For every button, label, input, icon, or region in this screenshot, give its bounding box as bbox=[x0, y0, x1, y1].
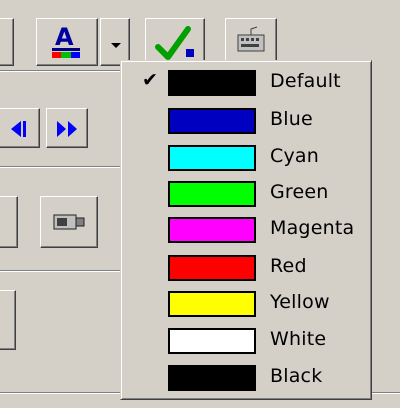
font-color-letter: A bbox=[55, 23, 74, 51]
left-edge-button[interactable] bbox=[0, 196, 18, 248]
double-arrow-right-icon bbox=[57, 121, 77, 137]
color-label: White bbox=[270, 328, 327, 350]
color-swatch bbox=[168, 291, 256, 317]
color-label: Magenta bbox=[270, 217, 355, 239]
apply-check-button[interactable] bbox=[145, 18, 205, 66]
color-menu-item-green[interactable]: Green bbox=[124, 176, 368, 212]
font-color-icon: A bbox=[52, 23, 80, 58]
color-label: Black bbox=[270, 365, 323, 387]
next-button[interactable] bbox=[46, 108, 88, 148]
color-swatch bbox=[168, 255, 256, 281]
color-menu-item-default[interactable]: ✔ Default bbox=[124, 65, 368, 101]
font-color-button[interactable]: A bbox=[36, 18, 98, 66]
green-check-icon bbox=[155, 26, 194, 60]
color-label: Default bbox=[270, 70, 341, 92]
left-edge-button[interactable] bbox=[0, 18, 14, 66]
color-dropdown-menu: ✔ Default Blue Cyan Green Magenta Red Yellow Whi… bbox=[120, 60, 372, 400]
toolbar-divider-highlight bbox=[0, 271, 120, 272]
color-label: Yellow bbox=[270, 291, 330, 313]
camera-icon bbox=[53, 214, 85, 230]
color-swatch bbox=[168, 365, 256, 391]
color-swatch bbox=[168, 181, 256, 207]
prev-button[interactable] bbox=[0, 108, 40, 148]
color-swatch bbox=[168, 217, 256, 243]
color-menu-item-white[interactable]: White bbox=[124, 323, 368, 359]
color-label: Red bbox=[270, 255, 307, 277]
keyboard-icon bbox=[237, 26, 265, 52]
chevron-down-icon bbox=[111, 43, 121, 48]
font-color-dropdown-button[interactable] bbox=[100, 18, 130, 66]
color-menu-item-black[interactable]: Black bbox=[124, 360, 368, 396]
keyboard-button[interactable] bbox=[225, 18, 277, 66]
color-label: Blue bbox=[270, 108, 313, 130]
toolbar-divider-highlight bbox=[0, 167, 120, 168]
toolbar-divider-highlight bbox=[0, 71, 120, 72]
color-label: Green bbox=[270, 181, 329, 203]
color-label: Cyan bbox=[270, 145, 319, 167]
color-swatch bbox=[168, 70, 256, 96]
arrow-left-icon bbox=[11, 121, 26, 137]
toolbar-button[interactable] bbox=[0, 290, 16, 350]
color-menu-item-magenta[interactable]: Magenta bbox=[124, 212, 368, 248]
camera-button[interactable] bbox=[40, 196, 98, 248]
color-swatch bbox=[168, 145, 256, 171]
color-menu-item-yellow[interactable]: Yellow bbox=[124, 286, 368, 322]
color-swatch bbox=[168, 328, 256, 354]
color-swatch bbox=[168, 108, 256, 134]
color-menu-item-blue[interactable]: Blue bbox=[124, 103, 368, 139]
checkmark-icon: ✔ bbox=[142, 69, 158, 91]
color-menu-item-cyan[interactable]: Cyan bbox=[124, 140, 368, 176]
color-menu-item-red[interactable]: Red bbox=[124, 250, 368, 286]
